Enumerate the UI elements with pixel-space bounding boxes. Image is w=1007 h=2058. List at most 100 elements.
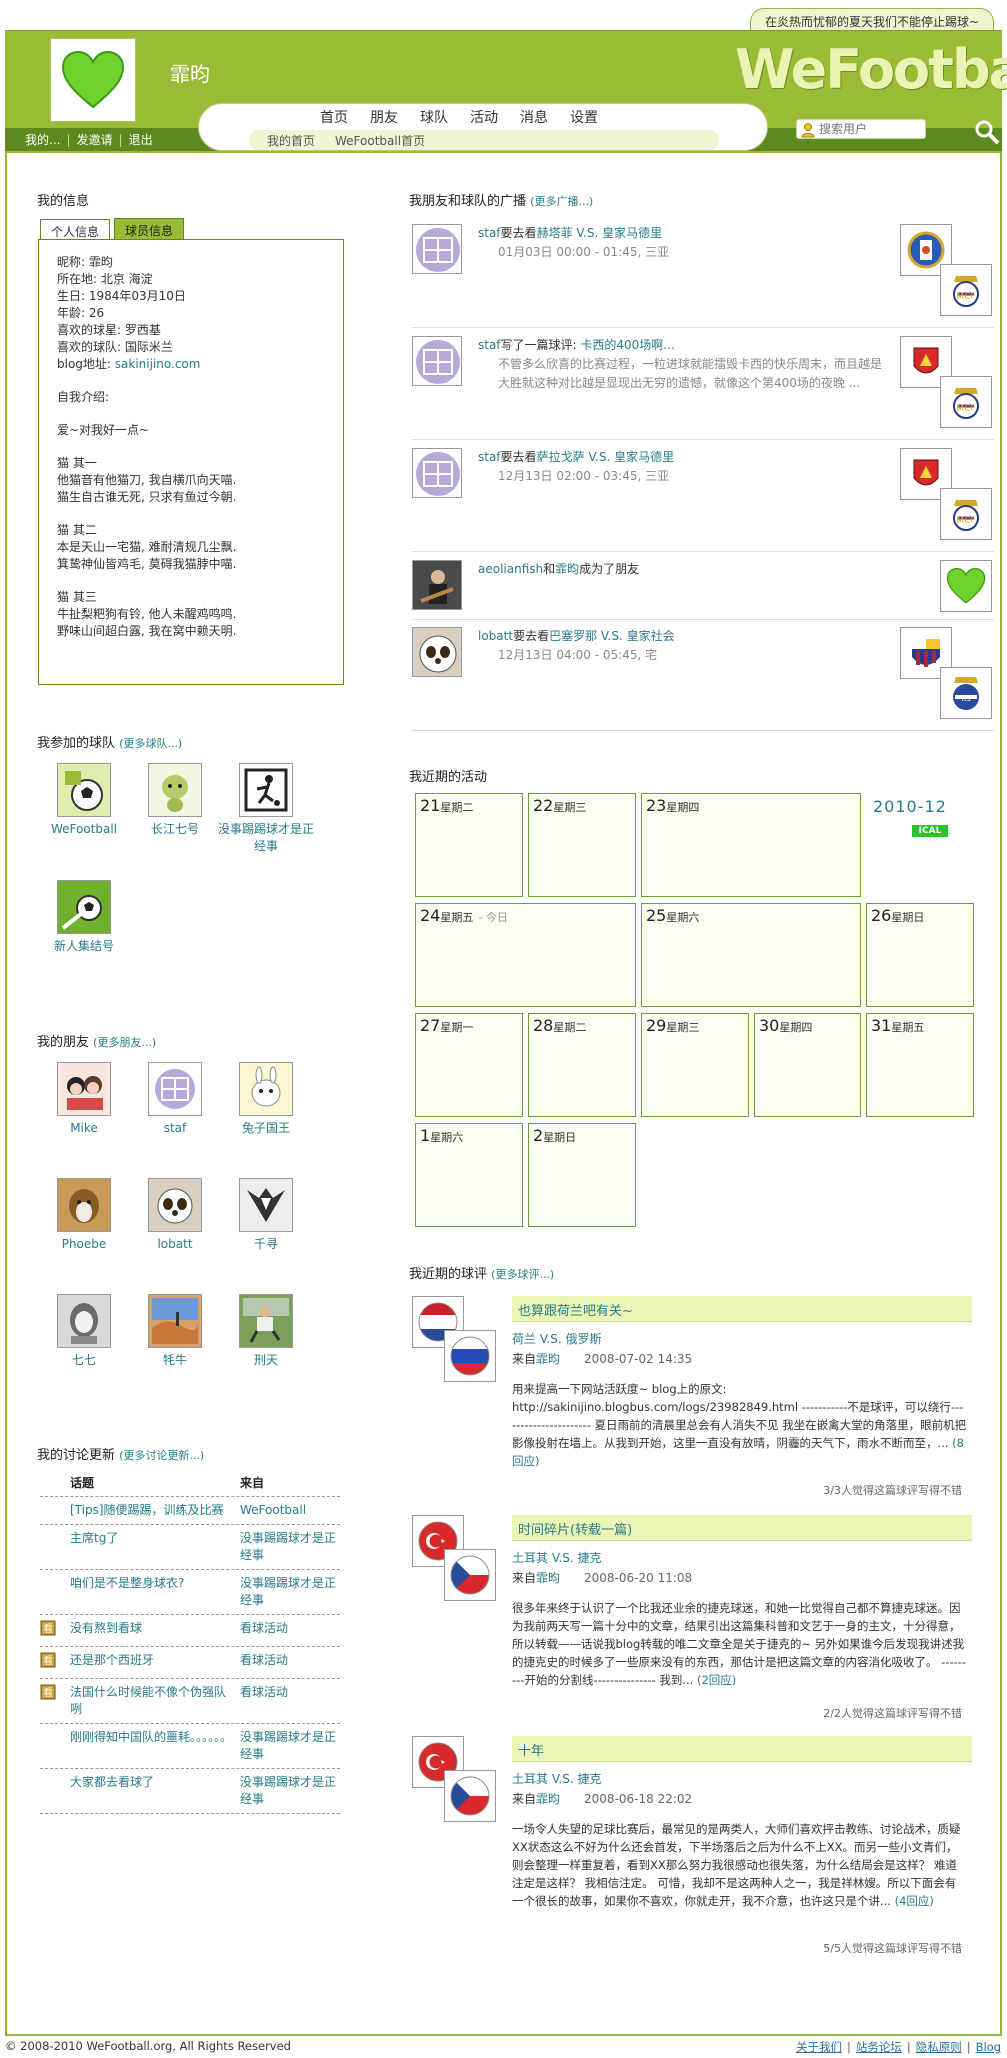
review-reply-link[interactable]: (2回应): [697, 1673, 736, 1687]
nav-settings[interactable]: 设置: [559, 107, 609, 127]
nav-friends[interactable]: 朋友: [359, 107, 409, 127]
discussion-topic-link[interactable]: 咱们是不是整身球衣?: [70, 1575, 240, 1609]
calendar-day[interactable]: 26星期日: [866, 903, 974, 1007]
broadcast-match-link[interactable]: 赫塔菲 V.S. 皇家马德里: [537, 226, 663, 240]
friend-tile[interactable]: lobatt: [127, 1178, 223, 1253]
review-match-link[interactable]: 荷兰 V.S. 俄罗斯: [512, 1330, 602, 1347]
friend-tile[interactable]: Phoebe: [36, 1178, 132, 1253]
tab-player-info[interactable]: 球员信息: [114, 218, 185, 240]
review-title-link[interactable]: 十年: [512, 1736, 972, 1762]
team-tile[interactable]: 长江七号: [127, 763, 223, 838]
footer-blog-link[interactable]: Blog: [976, 2040, 1001, 2054]
user-avatar[interactable]: [50, 38, 136, 122]
discussion-source-link[interactable]: 没事踢踢球才是正经事: [240, 1774, 340, 1808]
broadcast-review-link[interactable]: 卡西的400场啊...: [580, 338, 674, 352]
discussion-source-link[interactable]: 没事踢踢球才是正经事: [240, 1729, 340, 1763]
discussion-source-link[interactable]: 没事踢踢球才是正经事: [240, 1530, 340, 1564]
calendar-day[interactable]: 29星期三: [641, 1013, 749, 1117]
more-teams-link[interactable]: (更多球队...): [119, 737, 182, 750]
my-menu-link[interactable]: 我的...: [25, 133, 60, 147]
logout-link[interactable]: 退出: [129, 133, 153, 147]
review-title-link[interactable]: 时间碎片(转载一篇): [512, 1515, 972, 1541]
nav-teams[interactable]: 球队: [409, 107, 459, 127]
nav-activities[interactable]: 活动: [459, 107, 509, 127]
friend-tile[interactable]: staf: [127, 1062, 223, 1137]
calendar-day[interactable]: 23星期四: [641, 793, 861, 897]
footer-privacy-link[interactable]: 隐私原则: [916, 2040, 962, 2054]
discussion-source-link[interactable]: 看球活动: [240, 1652, 340, 1673]
review-author-link[interactable]: 霏昀: [536, 1352, 560, 1366]
discussion-topic-link[interactable]: 没有熬到看球: [70, 1620, 240, 1641]
footer-forum-link[interactable]: 站务论坛: [856, 2040, 902, 2054]
nav-messages[interactable]: 消息: [509, 107, 559, 127]
friend-tile[interactable]: 兔子国王: [218, 1062, 314, 1137]
discussion-topic-link[interactable]: 还是那个西班牙: [70, 1652, 240, 1673]
calendar-day[interactable]: 31星期五: [866, 1013, 974, 1117]
discussion-topic-link[interactable]: 刚刚得知中国队的噩耗。。。。。。: [70, 1729, 240, 1763]
review-match-link[interactable]: 土耳其 V.S. 捷克: [512, 1770, 602, 1787]
team-badge[interactable]: MCF: [940, 264, 992, 316]
subnav-my-home[interactable]: 我的首页: [267, 132, 315, 150]
discussion-topic-link[interactable]: 主席tg了: [70, 1530, 240, 1564]
info-blog-link[interactable]: sakinijino.com: [115, 357, 201, 371]
calendar-day[interactable]: 30星期四: [754, 1013, 861, 1117]
user-avatar[interactable]: [412, 627, 462, 677]
search-icon[interactable]: [974, 119, 1000, 145]
friend-tile[interactable]: Mike: [36, 1062, 132, 1137]
calendar-day[interactable]: 22星期三: [528, 793, 636, 897]
subnav-wefootball-home[interactable]: WeFootball首页: [335, 132, 425, 150]
review-reply-link[interactable]: (4回应): [895, 1894, 934, 1908]
calendar-day-today[interactable]: 24星期五 - 今日: [415, 903, 636, 1007]
discussion-source-link[interactable]: 看球活动: [240, 1620, 340, 1641]
more-friends-link[interactable]: (更多朋友...): [93, 1036, 156, 1049]
calendar-day[interactable]: 1星期六: [415, 1123, 523, 1227]
discussion-topic-link[interactable]: 法国什么时候能不像个伪强队咧: [70, 1684, 240, 1718]
calendar-day[interactable]: 25星期六: [641, 903, 861, 1007]
nav-home[interactable]: 首页: [309, 107, 359, 127]
more-reviews-link[interactable]: (更多球评...): [491, 1268, 554, 1281]
broadcast-user-link[interactable]: lobatt: [478, 629, 513, 643]
discussion-source-link[interactable]: 看球活动: [240, 1684, 340, 1718]
search-input[interactable]: [819, 121, 923, 137]
team-badge[interactable]: MCF: [940, 376, 992, 428]
team-badge[interactable]: MCF: [940, 488, 992, 540]
review-author-link[interactable]: 霏昀: [536, 1792, 560, 1806]
broadcast-match-link[interactable]: 萨拉戈萨 V.S. 皇家马德里: [537, 450, 675, 464]
site-logo[interactable]: WeFootball: [735, 38, 1007, 101]
review-match-link[interactable]: 土耳其 V.S. 捷克: [512, 1549, 602, 1566]
user-avatar[interactable]: [412, 448, 462, 498]
broadcast-user-link[interactable]: staf: [478, 450, 501, 464]
review-title-link[interactable]: 也算跟荷兰吧有关~: [512, 1296, 972, 1322]
discussion-source-link[interactable]: 没事踢踢球才是正经事: [240, 1575, 340, 1609]
calendar-day[interactable]: 21星期二: [415, 793, 523, 897]
friend-tile[interactable]: 牦牛: [127, 1294, 223, 1369]
team-tile[interactable]: WeFootball: [36, 763, 132, 838]
calendar-day[interactable]: 27星期一: [415, 1013, 523, 1117]
user-avatar[interactable]: [412, 560, 462, 610]
broadcast-user-link[interactable]: staf: [478, 338, 501, 352]
team-tile[interactable]: 没事踢踢球才是正经事: [218, 763, 314, 855]
discussion-topic-link[interactable]: 大家都去看球了: [70, 1774, 240, 1808]
broadcast-user-link[interactable]: aeolianfish: [478, 562, 543, 576]
ical-button[interactable]: ICAL: [912, 825, 948, 837]
discussion-topic-link[interactable]: [Tips]随便踢踢，训练及比赛: [70, 1502, 240, 1519]
broadcast-friend-link[interactable]: 霏昀: [555, 562, 579, 576]
friend-tile[interactable]: 七七: [36, 1294, 132, 1369]
review-author-link[interactable]: 霏昀: [536, 1571, 560, 1585]
team-tile[interactable]: 新人集结号: [36, 880, 132, 955]
broadcast-user-link[interactable]: staf: [478, 226, 501, 240]
more-broadcasts-link[interactable]: (更多广播...): [530, 195, 593, 208]
more-discussions-link[interactable]: (更多讨论更新...): [119, 1449, 204, 1462]
calendar-day[interactable]: 2星期日: [528, 1123, 636, 1227]
team-badge[interactable]: RS: [940, 667, 992, 719]
calendar-day[interactable]: 28星期二: [528, 1013, 636, 1117]
tab-personal-info[interactable]: 个人信息: [40, 219, 111, 241]
discussion-source-link[interactable]: WeFootball: [240, 1502, 340, 1519]
invite-link[interactable]: 发邀请: [77, 133, 113, 147]
user-avatar[interactable]: [412, 224, 462, 274]
footer-about-link[interactable]: 关于我们: [796, 2040, 842, 2054]
broadcast-match-link[interactable]: 巴塞罗那 V.S. 皇家社会: [549, 629, 675, 643]
friend-tile[interactable]: 千寻: [218, 1178, 314, 1253]
user-avatar[interactable]: [412, 336, 462, 386]
friend-tile[interactable]: 刑天: [218, 1294, 314, 1369]
